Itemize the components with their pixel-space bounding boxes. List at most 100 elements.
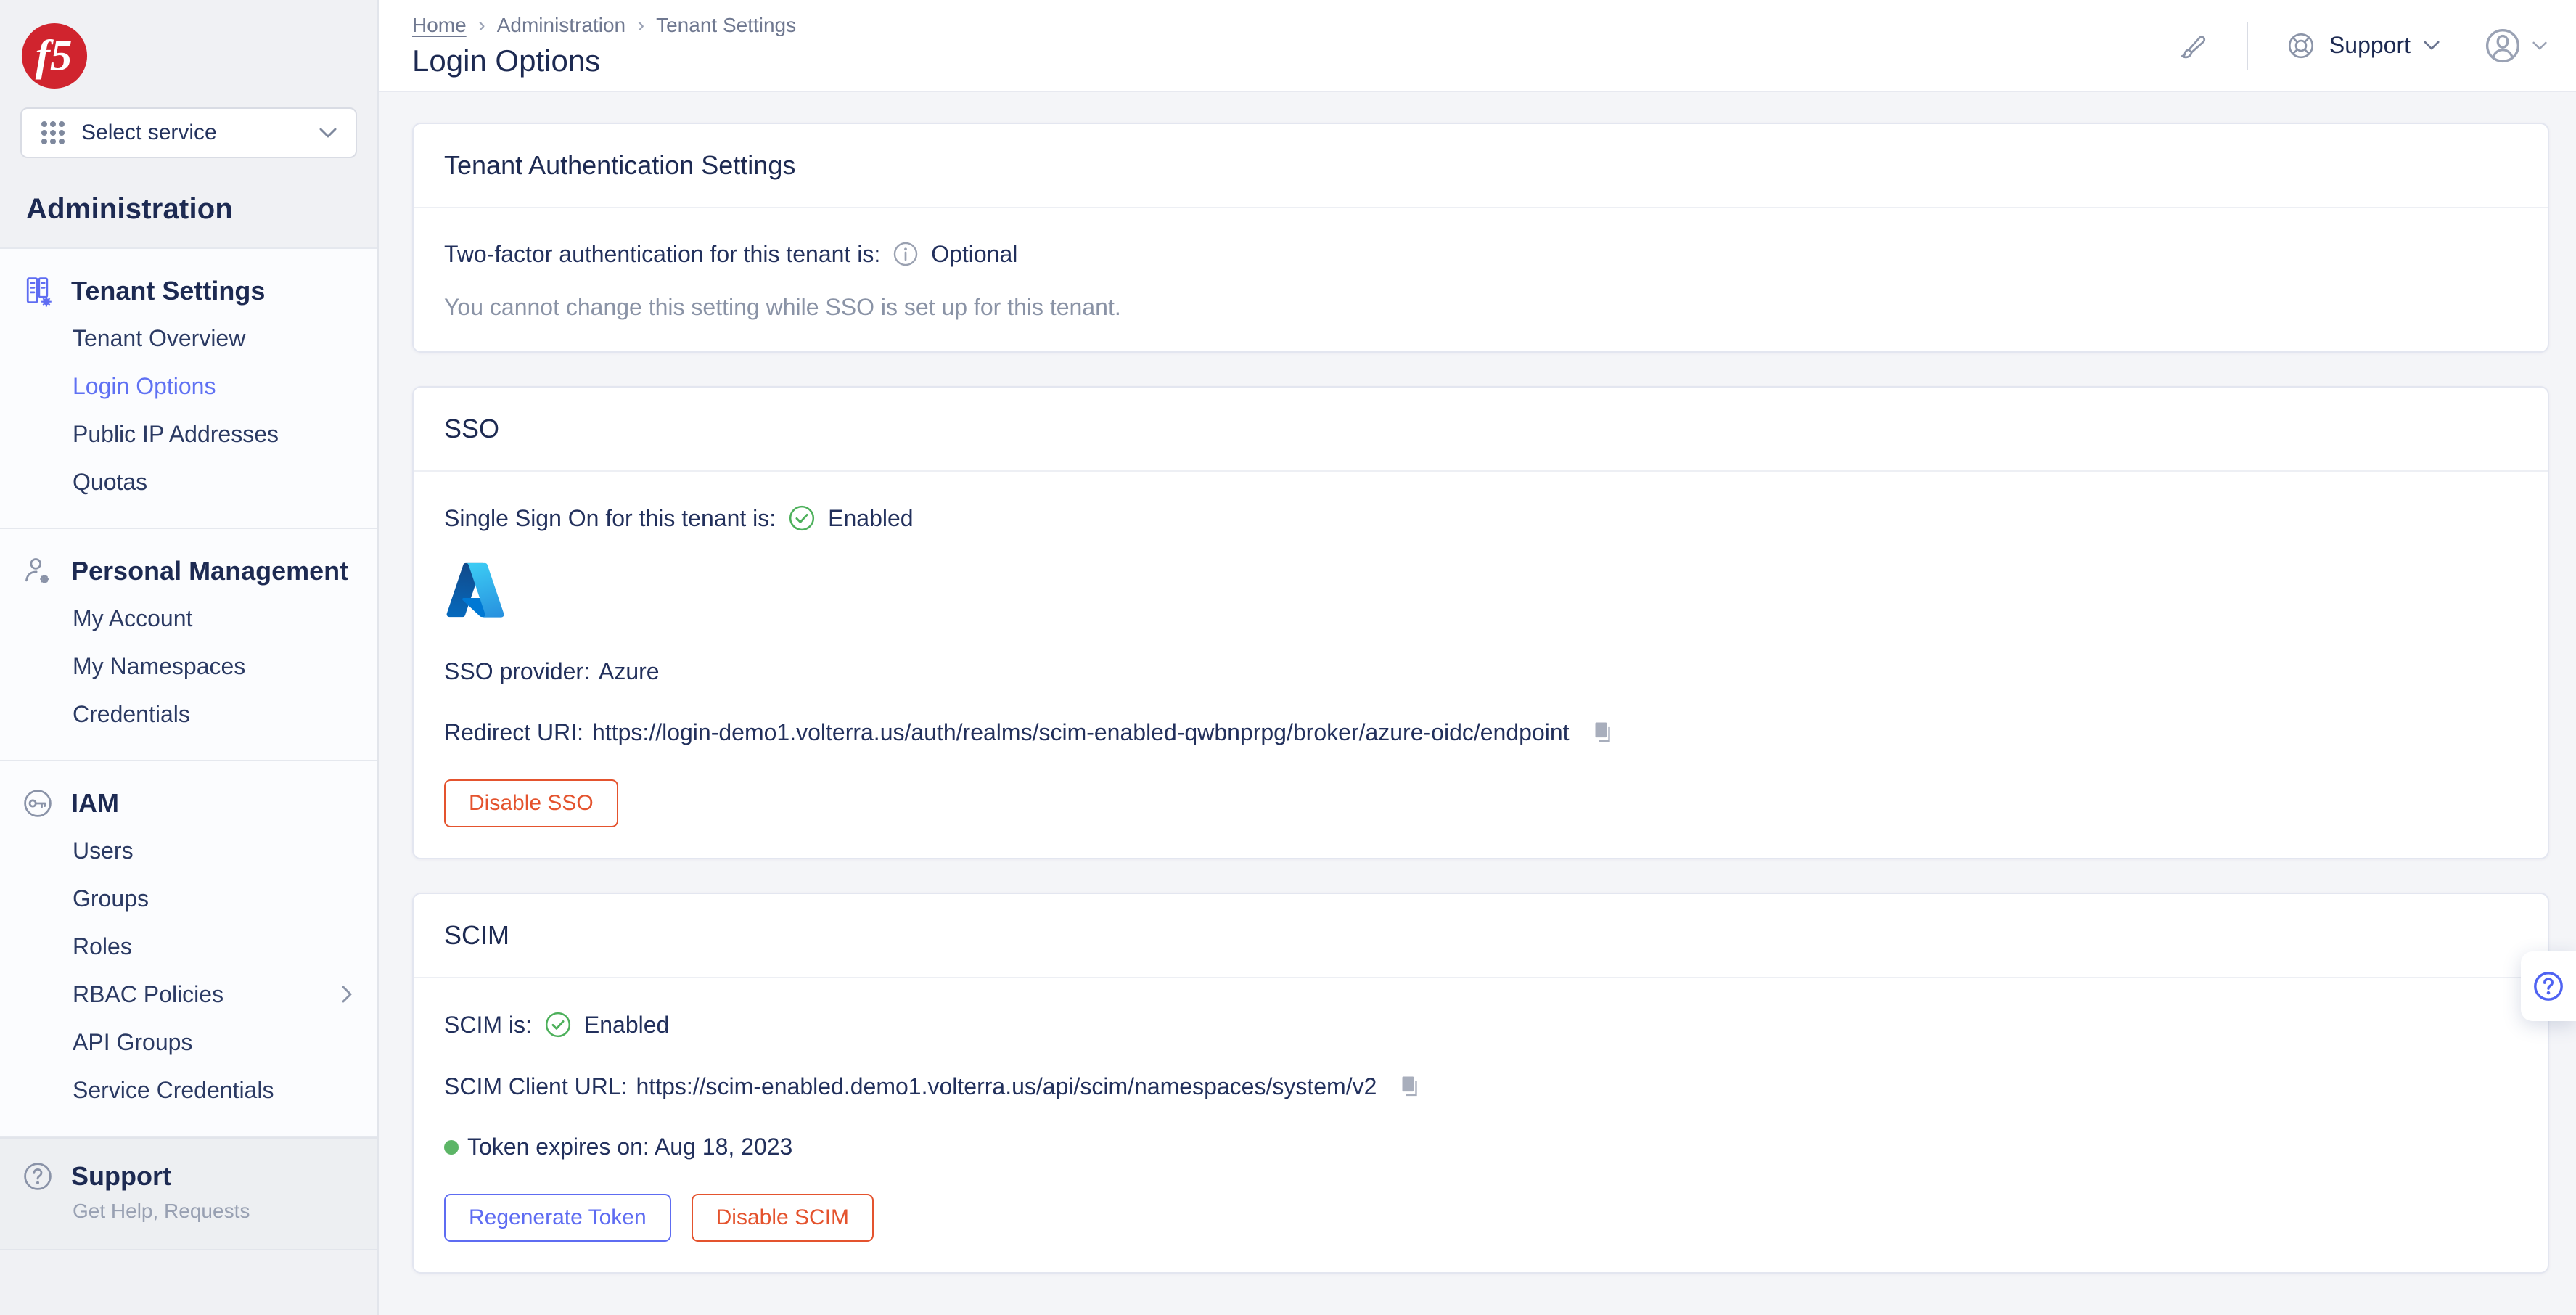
sidebar-support-row[interactable]: Support (0, 1160, 377, 1192)
check-circle-icon (789, 505, 815, 531)
card-header: Tenant Authentication Settings (414, 124, 2548, 208)
building-gear-icon (26, 277, 52, 307)
page-title: Login Options (412, 44, 601, 78)
sidebar-item-users[interactable]: Users (0, 827, 377, 874)
select-service-label: Select service (81, 120, 217, 144)
redirect-uri-label: Redirect URI: (444, 718, 584, 745)
app-root: f5 Select service Administration Tenant … (0, 0, 2576, 1315)
breadcrumb-tenant-settings[interactable]: Tenant Settings (656, 14, 796, 37)
sidebar-item-my-namespaces[interactable]: My Namespaces (0, 642, 377, 690)
topbar: Home › Administration › Tenant Settings … (379, 0, 2576, 92)
sidebar-filler (0, 1250, 377, 1315)
topbar-left: Home › Administration › Tenant Settings … (412, 0, 796, 91)
breadcrumb: Home › Administration › Tenant Settings (412, 13, 796, 38)
nav-group-personal-management: Personal Management My Account My Namesp… (0, 528, 377, 760)
sidebar-support-block[interactable]: Support Get Help, Requests (0, 1137, 377, 1250)
avatar-icon (2485, 28, 2520, 62)
chevron-right-icon (342, 986, 352, 1003)
copy-icon (1402, 1076, 1418, 1097)
disable-scim-button[interactable]: Disable SCIM (691, 1194, 874, 1242)
group-title: Personal Management (71, 556, 349, 586)
sso-status-row: Single Sign On for this tenant is: Enabl… (444, 504, 2517, 533)
two-factor-value: Optional (931, 240, 1018, 267)
topbar-support-menu[interactable]: Support (2286, 30, 2440, 61)
question-circle-icon (2534, 972, 2563, 1001)
card-body: SCIM is: Enabled SCIM Client URL: https:… (414, 978, 2548, 1272)
sso-provider-row: SSO provider: Azure (444, 658, 2517, 685)
chevron-down-icon (319, 128, 337, 138)
sso-status-value: Enabled (828, 504, 914, 531)
scim-client-url-row: SCIM Client URL: https://scim-enabled.de… (444, 1073, 2517, 1100)
breadcrumb-separator: › (637, 13, 645, 37)
scim-status-value: Enabled (583, 1011, 670, 1038)
account-menu[interactable] (2483, 26, 2547, 65)
copy-scim-url-button[interactable] (1395, 1073, 1423, 1100)
breadcrumb-administration[interactable]: Administration (497, 14, 625, 37)
sidebar-item-roles[interactable]: Roles (0, 922, 377, 970)
card-header: SCIM (414, 894, 2548, 978)
sidebar-section-title: Administration (26, 193, 234, 225)
group-header-tenant-settings[interactable]: Tenant Settings (0, 268, 377, 314)
chevron-down-icon (2424, 41, 2440, 50)
two-factor-note: You cannot change this setting while SSO… (444, 294, 1121, 320)
sidebar-item-service-credentials[interactable]: Service Credentials (0, 1066, 377, 1114)
two-factor-status-row: Two-factor authentication for this tenan… (444, 240, 2517, 268)
regenerate-token-button[interactable]: Regenerate Token (444, 1194, 671, 1242)
scim-actions: Regenerate Token Disable SCIM (444, 1194, 2517, 1242)
grid-icon (41, 121, 65, 144)
svg-text:f5: f5 (36, 32, 73, 81)
sidebar-item-groups[interactable]: Groups (0, 874, 377, 922)
check-circle-icon (545, 1012, 570, 1038)
help-fab-button[interactable] (2521, 951, 2576, 1021)
token-status-dot (444, 1139, 459, 1155)
f5-logo[interactable]: f5 (20, 22, 89, 90)
breadcrumb-home[interactable]: Home (412, 14, 467, 37)
card-sso: SSO Single Sign On for this tenant is: E… (412, 386, 2549, 859)
breadcrumb-separator: › (477, 13, 485, 37)
disable-sso-button[interactable]: Disable SSO (444, 779, 618, 827)
sidebar-item-my-account[interactable]: My Account (0, 594, 377, 642)
copy-icon (1595, 722, 1610, 742)
sidebar-item-api-groups[interactable]: API Groups (0, 1018, 377, 1066)
sidebar-item-credentials[interactable]: Credentials (0, 690, 377, 738)
sidebar-item-rbac-policies[interactable]: RBAC Policies (0, 970, 377, 1018)
main-area: Home › Administration › Tenant Settings … (379, 0, 2576, 1315)
sidebar: f5 Select service Administration Tenant … (0, 0, 379, 1315)
topbar-divider (2246, 21, 2248, 70)
card-title: Tenant Authentication Settings (444, 150, 796, 180)
lifebuoy-icon (2288, 33, 2313, 58)
f5-logo-icon: f5 (21, 22, 88, 89)
scim-status-row: SCIM is: Enabled (444, 1010, 2517, 1039)
card-title: SSO (444, 414, 500, 443)
brush-icon (2181, 35, 2206, 58)
group-header-iam[interactable]: IAM (0, 780, 377, 827)
card-header: SSO (414, 388, 2548, 472)
nav-group-iam: IAM Users Groups Roles RBAC Policies API… (0, 760, 377, 1137)
card-scim: SCIM SCIM is: Enabled SCIM Client URL: h… (412, 893, 2549, 1274)
group-header-personal-management[interactable]: Personal Management (0, 548, 377, 594)
copy-redirect-uri-button[interactable] (1588, 718, 1616, 746)
sidebar-item-quotas[interactable]: Quotas (0, 458, 377, 506)
sso-provider-label: SSO provider: (444, 658, 590, 684)
sidebar-item-public-ip-addresses[interactable]: Public IP Addresses (0, 410, 377, 458)
two-factor-label: Two-factor authentication for this tenan… (444, 240, 881, 267)
question-circle-icon (24, 1163, 52, 1190)
redirect-uri-value: https://login-demo1.volterra.us/auth/rea… (592, 718, 1570, 745)
sidebar-item-tenant-overview[interactable]: Tenant Overview (0, 314, 377, 362)
key-icon (24, 790, 52, 817)
scim-status-label: SCIM is: (444, 1011, 532, 1038)
scim-client-url-value: https://scim-enabled.demo1.volterra.us/a… (636, 1073, 1377, 1099)
support-title: Support (71, 1161, 171, 1191)
person-gear-icon (25, 558, 49, 583)
sso-redirect-row: Redirect URI: https://login-demo1.volter… (444, 718, 2517, 746)
azure-logo (446, 562, 504, 618)
card-body: Single Sign On for this tenant is: Enabl… (414, 472, 2548, 858)
theme-brush-button[interactable] (2177, 30, 2209, 62)
nav-group-tenant-settings: Tenant Settings Tenant Overview Login Op… (0, 247, 377, 528)
token-expiry-row: Token expires on: Aug 18, 2023 (444, 1134, 2517, 1160)
sidebar-item-login-options[interactable]: Login Options (0, 362, 377, 410)
sso-status-label: Single Sign On for this tenant is: (444, 504, 776, 531)
info-circle-icon[interactable] (892, 240, 919, 268)
card-body: Two-factor authentication for this tenan… (414, 208, 2548, 351)
select-service-dropdown[interactable]: Select service (20, 107, 357, 158)
